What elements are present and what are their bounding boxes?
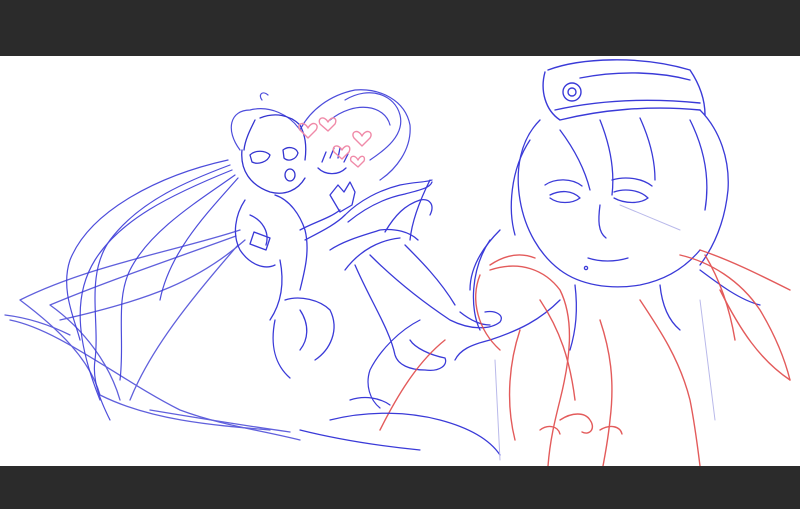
sketch-drawing <box>4 59 791 466</box>
man-hand-lines <box>299 319 501 456</box>
guide-lines <box>494 204 716 461</box>
sketch-canvas <box>0 56 800 466</box>
letterbox-top <box>0 0 800 56</box>
man-neck-lines <box>454 229 761 361</box>
girl-face-lines <box>241 114 307 194</box>
man-hat-lines <box>542 59 706 121</box>
letterbox-bottom <box>0 466 800 509</box>
heart-doodles <box>298 117 372 168</box>
cape-lines <box>4 229 301 441</box>
